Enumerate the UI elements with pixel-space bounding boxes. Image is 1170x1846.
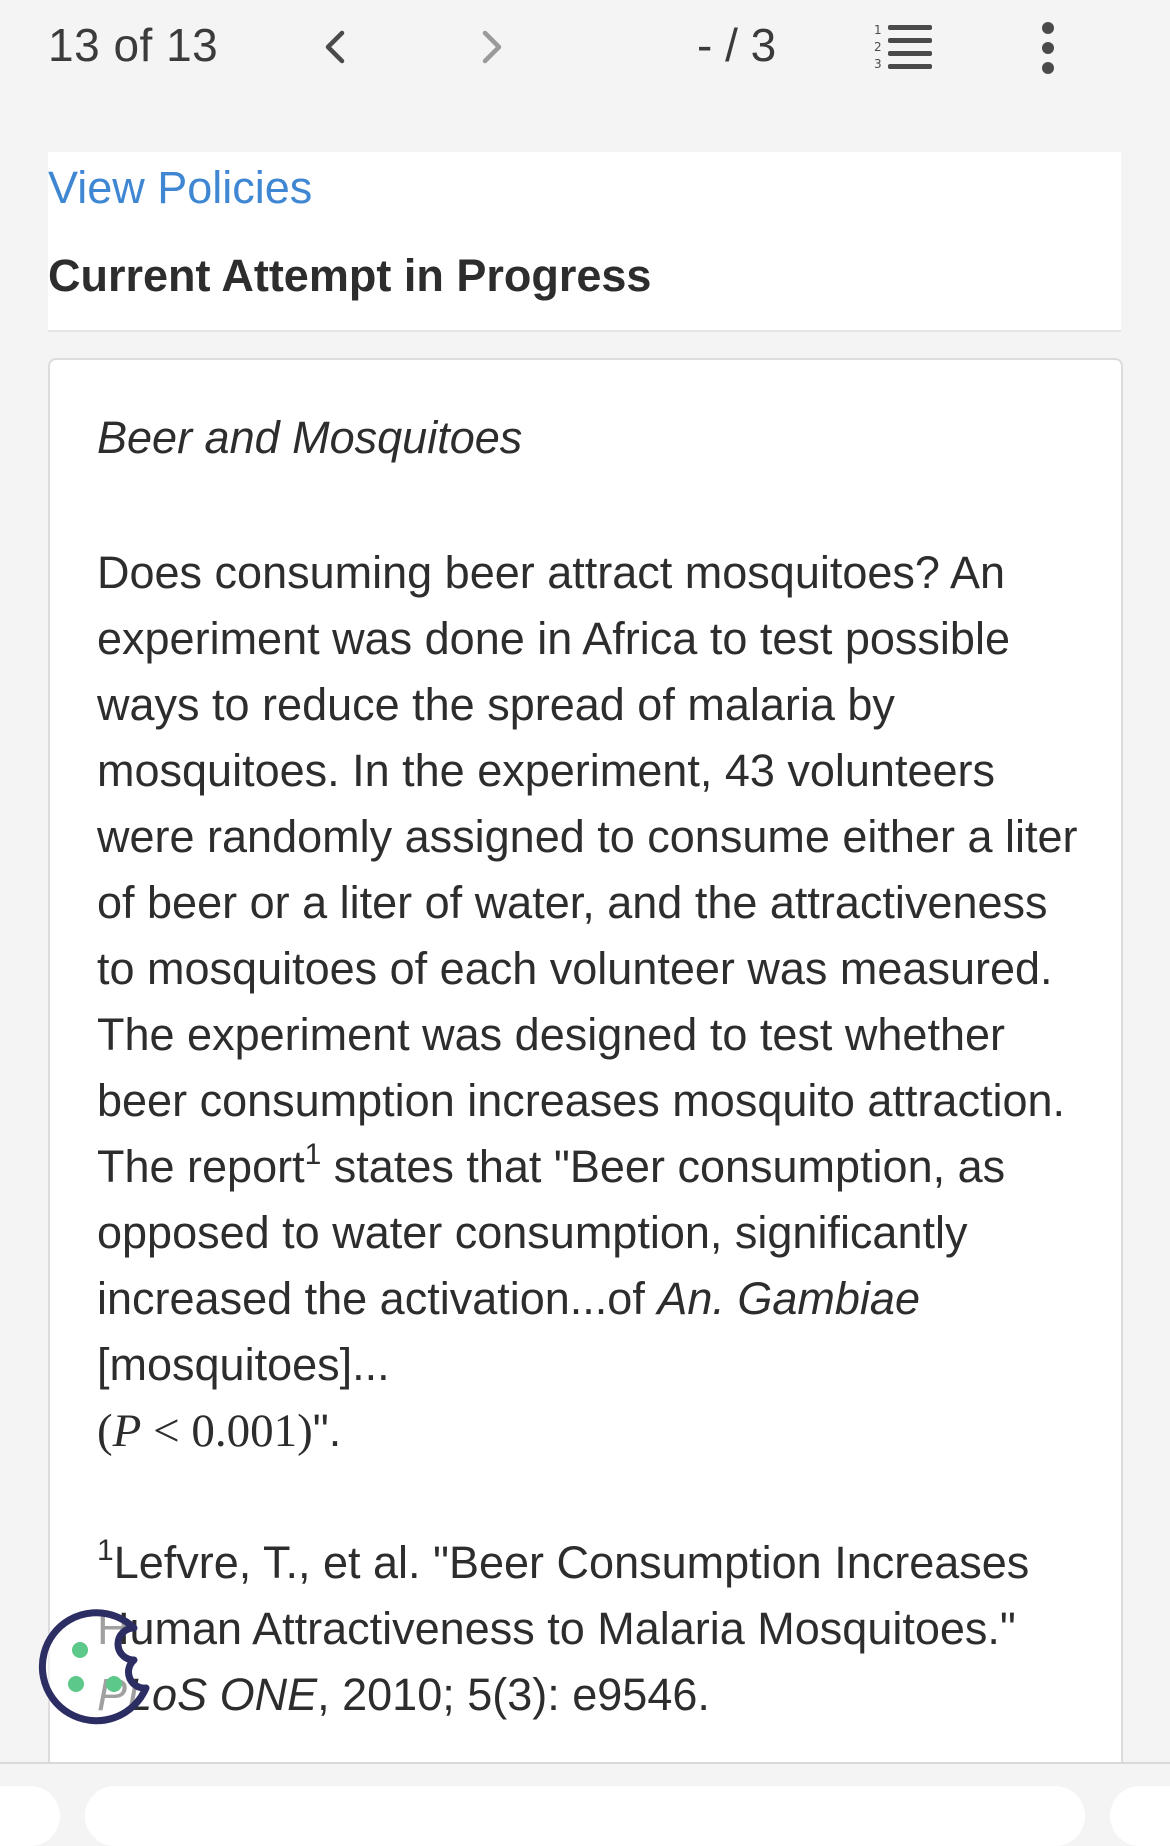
question-text-end: ". xyxy=(312,1405,342,1456)
previous-question-button[interactable] xyxy=(310,22,360,72)
footnote-number: 1 xyxy=(97,1534,114,1567)
footnote-reference: 1 xyxy=(304,1138,322,1171)
cookie-settings-button[interactable] xyxy=(30,1600,160,1730)
next-question-button[interactable] xyxy=(467,22,517,72)
numbered-list-icon: 1 2 3 xyxy=(874,23,932,71)
question-text: Does consuming beer attract mosquitoes? … xyxy=(97,540,1097,1464)
score-display: - / 3 xyxy=(697,19,777,71)
more-options-button[interactable] xyxy=(1030,18,1066,78)
question-text-part-1: Does consuming beer attract mosquitoes? … xyxy=(97,547,1078,1192)
question-list-button[interactable]: 1 2 3 xyxy=(870,20,936,74)
cookie-icon xyxy=(38,1609,150,1725)
header-divider xyxy=(48,330,1121,332)
svg-text:1: 1 xyxy=(874,23,882,37)
question-text-part-3: [mosquitoes]... xyxy=(97,1339,390,1390)
bottom-left-control[interactable] xyxy=(0,1786,60,1846)
svg-text:2: 2 xyxy=(874,40,882,54)
citation-footnote: 1Lefvre, T., et al. "Beer Consumption In… xyxy=(97,1530,1097,1728)
question-card: Beer and Mosquitoes Does consuming beer … xyxy=(48,358,1123,1782)
chevron-left-icon xyxy=(325,30,345,64)
question-counter: 13 of 13 xyxy=(48,19,219,71)
top-toolbar: 13 of 13 - / 3 1 2 3 xyxy=(0,0,1170,150)
more-vertical-icon xyxy=(1042,22,1054,74)
view-policies-link[interactable]: View Policies xyxy=(48,162,312,214)
svg-text:3: 3 xyxy=(874,57,882,71)
bottom-right-control[interactable] xyxy=(1110,1786,1170,1846)
citation-text: Lefvre, T., et al. "Beer Consumption Inc… xyxy=(97,1537,1030,1654)
citation-details: , 2010; 5(3): e9546. xyxy=(317,1669,710,1720)
question-title: Beer and Mosquitoes xyxy=(97,412,523,463)
species-name: An. Gambiae xyxy=(657,1273,920,1324)
assignment-header: View Policies Current Attempt in Progres… xyxy=(48,152,1121,330)
bottom-main-control[interactable] xyxy=(85,1786,1085,1846)
attempt-status-heading: Current Attempt in Progress xyxy=(48,250,652,301)
p-value-expression: (P < 0.001) xyxy=(97,1405,313,1457)
chevron-right-icon xyxy=(482,30,502,64)
